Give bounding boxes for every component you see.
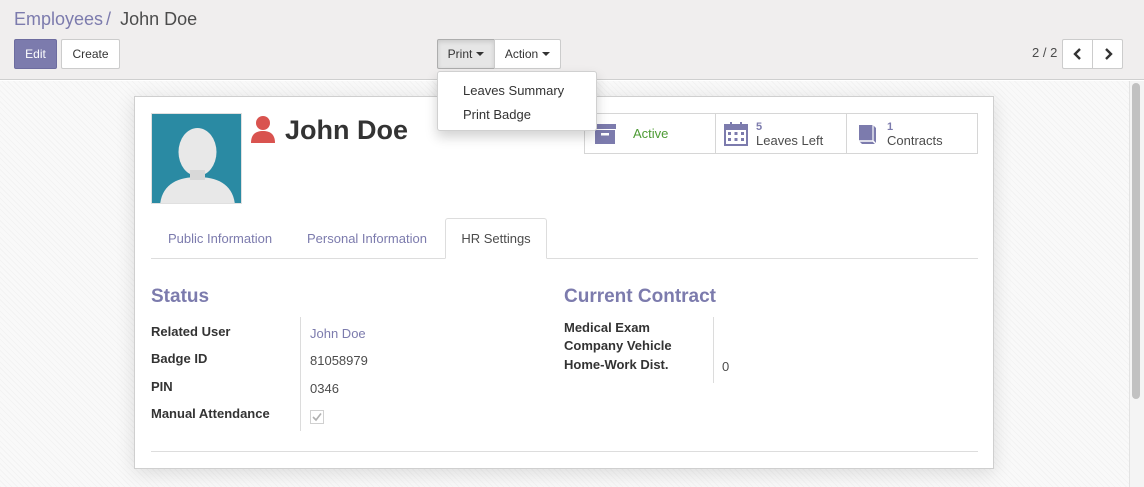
action-button[interactable]: Action xyxy=(494,39,561,69)
active-label: Active xyxy=(633,126,669,141)
breadcrumb-employees-link[interactable]: Employees xyxy=(14,9,103,29)
badge-id-value: 81058979 xyxy=(310,353,368,368)
create-button-label: Create xyxy=(72,47,109,61)
status-group-divider xyxy=(300,317,301,431)
breadcrumb: Employees / John Doe xyxy=(14,9,197,30)
related-user-value[interactable]: John Doe xyxy=(310,326,366,341)
leaves-left-count: 5 xyxy=(756,120,763,133)
notebook-tabs: Public Information Personal Information … xyxy=(151,218,978,259)
leaves-left-button[interactable]: 5 Leaves Left xyxy=(715,113,847,154)
home-work-distance-label: Home-Work Dist. xyxy=(564,357,669,372)
control-panel: Employees / John Doe Edit Create Print Ac… xyxy=(0,0,1144,80)
print-button-label: Print xyxy=(447,47,473,61)
breadcrumb-current: John Doe xyxy=(120,9,198,29)
manual-attendance-checkbox[interactable] xyxy=(310,410,324,424)
edit-button-label: Edit xyxy=(25,47,46,61)
leaves-left-text: 5 Leaves Left xyxy=(756,120,823,148)
tab-hr-settings[interactable]: HR Settings xyxy=(445,218,547,259)
smart-button-box: Active 5 Leaves Left 1 Contracts xyxy=(584,113,979,154)
related-user-label: Related User xyxy=(151,324,231,339)
current-contract-group-title: Current Contract xyxy=(564,286,717,307)
avatar-placeholder-icon xyxy=(160,128,235,203)
contracts-text: 1 Contracts xyxy=(887,120,943,148)
print-button[interactable]: Print xyxy=(437,39,495,69)
pager-next-button[interactable] xyxy=(1092,39,1123,69)
contract-group-divider xyxy=(713,317,714,383)
create-button[interactable]: Create xyxy=(61,39,120,69)
tab-hr-settings-label: HR Settings xyxy=(461,231,531,246)
chevron-right-icon xyxy=(1104,48,1113,60)
tab-public-information[interactable]: Public Information xyxy=(168,231,272,246)
tab-personal-information[interactable]: Personal Information xyxy=(307,231,427,246)
contracts-button[interactable]: 1 Contracts xyxy=(846,113,978,154)
menu-item-print-badge[interactable]: Print Badge xyxy=(438,104,596,128)
scrollbar-thumb[interactable] xyxy=(1132,83,1140,399)
active-toggle-button[interactable]: Active xyxy=(584,113,716,154)
home-work-distance-value: 0 xyxy=(722,359,730,374)
status-group-title: Status xyxy=(151,286,210,307)
book-icon xyxy=(859,124,877,145)
chevron-left-icon xyxy=(1072,48,1081,60)
action-button-label: Action xyxy=(504,47,539,61)
caret-down-icon xyxy=(542,52,551,56)
calendar-icon xyxy=(724,121,748,146)
badge-id-label: Badge ID xyxy=(151,351,208,366)
pin-label: PIN xyxy=(151,379,173,394)
print-dropdown-menu: Leaves Summary Print Badge xyxy=(437,71,597,131)
edit-button[interactable]: Edit xyxy=(14,39,57,69)
pin-value: 0346 xyxy=(310,381,339,396)
caret-down-icon xyxy=(476,52,485,56)
contracts-label: Contracts xyxy=(887,132,943,148)
form-bottom-separator xyxy=(151,451,978,452)
pager-previous-button[interactable] xyxy=(1062,39,1093,69)
employee-form-sheet: John Doe Active 5 Leaves Left 1 Contract… xyxy=(134,96,994,469)
company-vehicle-label: Company Vehicle xyxy=(564,338,672,353)
leaves-left-label: Leaves Left xyxy=(756,132,824,148)
breadcrumb-separator: / xyxy=(106,9,112,29)
pager-value: 2 / 2 xyxy=(1032,45,1058,60)
employee-name: John Doe xyxy=(285,115,409,145)
medical-exam-label: Medical Exam xyxy=(564,320,650,335)
manual-attendance-label: Manual Attendance xyxy=(151,406,270,421)
employee-avatar[interactable] xyxy=(151,113,242,204)
user-status-icon xyxy=(251,116,275,143)
contracts-count: 1 xyxy=(887,120,894,133)
menu-item-leaves-summary[interactable]: Leaves Summary xyxy=(438,80,596,104)
